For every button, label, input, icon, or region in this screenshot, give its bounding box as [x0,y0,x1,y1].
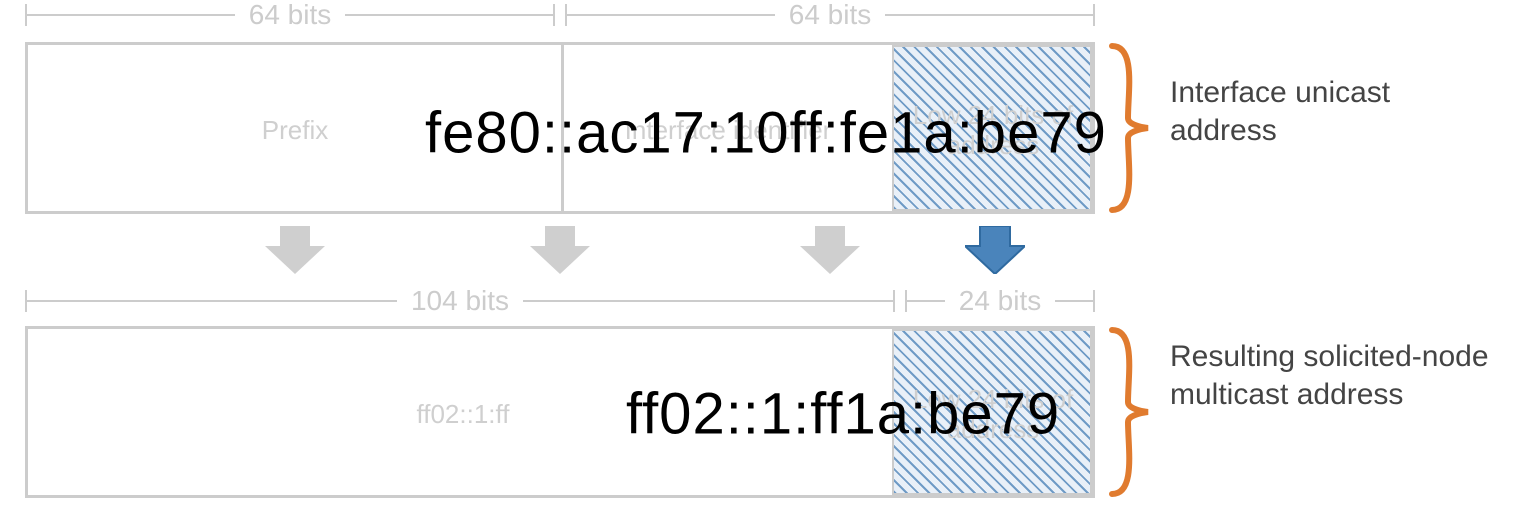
dim-label: 64 bits [775,1,886,29]
dimbar-top-left: 64 bits [25,0,555,30]
caption-unicast: Interface unicast address [1170,74,1500,149]
unicast-address-text: fe80::ac17:10ff:fe1a:be79 [425,100,1107,167]
diagram-stage: 64 bits 64 bits Prefix Interface identif… [0,0,1532,530]
unicast-prefix-ghost: Prefix [262,116,328,146]
dimbar-bottom-left: 104 bits [25,286,895,316]
arrow-down-icon-blue [965,226,1025,274]
dimbar-bottom-right: 24 bits [905,286,1095,316]
solicited-prefix-ghost: ff02::1:ff [416,400,509,430]
brace-icon-upper [1108,42,1152,214]
arrow-down-icon [800,226,860,274]
arrow-down-icon [265,226,325,274]
dim-label: 64 bits [235,1,346,29]
dim-label: 24 bits [945,287,1056,315]
solicited-address-text: ff02::1:ff1a:be79 [626,381,1060,448]
arrow-down-icon [530,226,590,274]
caption-solicited: Resulting solicited-node multicast addre… [1170,338,1500,413]
dim-label: 104 bits [397,287,523,315]
dimbar-top-right: 64 bits [565,0,1095,30]
brace-icon-lower [1108,326,1152,498]
